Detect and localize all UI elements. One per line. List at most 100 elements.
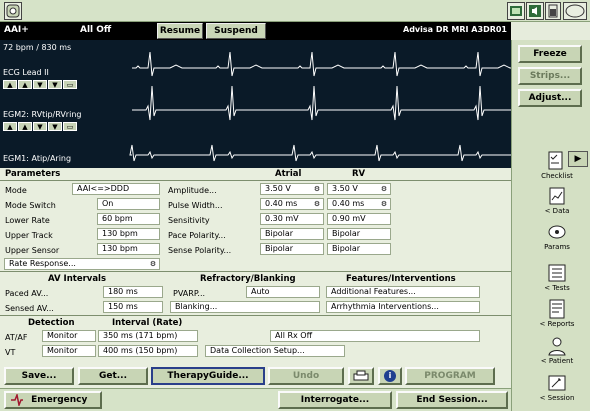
ecg-calibrate-button[interactable]: ▭ — [63, 80, 77, 89]
lower-rate-field[interactable]: 60 bpm — [97, 213, 160, 225]
egm2-calibrate-button[interactable]: ▭ — [63, 122, 77, 131]
window-icon[interactable] — [507, 2, 525, 20]
nav-checklist[interactable]: Checklist — [532, 151, 582, 180]
nav-reports-label: < Reports — [539, 320, 575, 328]
parameters-panel: Parameters Atrial RV Mode AAI<=>DDD Mode… — [0, 168, 511, 388]
amplitude-rv-value: 3.50 V — [332, 184, 358, 193]
suspend-button[interactable]: Suspend — [206, 23, 266, 39]
mode-switch-field[interactable]: On — [97, 198, 160, 210]
nav-tests-label: < Tests — [544, 284, 570, 292]
resume-button[interactable]: Resume — [157, 23, 203, 39]
section-divider-1 — [0, 271, 511, 272]
atrial-header: Atrial — [275, 169, 302, 179]
parameters-divider — [0, 180, 511, 181]
mode-field[interactable]: AAI<=>DDD — [72, 183, 160, 195]
egm2-move-down-button[interactable]: ▼ — [33, 122, 47, 131]
section-divider-2 — [0, 315, 511, 316]
ecg-trace-panel: 72 bpm / 830 ms ECG Lead II ▲ ▲ ▼ ▼ ▭ EGM2: … — [0, 40, 511, 168]
nav-session[interactable]: < Session — [532, 373, 582, 402]
ecg-scale-up-button[interactable]: ▲ — [3, 80, 17, 89]
sensitivity-rv-field[interactable]: 0.90 mV — [327, 213, 391, 225]
rate-response-button[interactable]: Rate Response... ⚙ — [4, 258, 160, 270]
parameters-title: Parameters — [5, 169, 61, 179]
rate-readout: 72 bpm / 830 ms — [3, 43, 72, 52]
ecg-scale-down-button[interactable]: ▲ — [18, 80, 32, 89]
pulse-width-rv-value: 0.40 ms — [332, 199, 365, 208]
nav-patient-label: < Patient — [540, 357, 574, 365]
upper-sensor-field[interactable]: 130 bpm — [97, 243, 160, 255]
vt-detection-field[interactable]: Monitor — [42, 345, 96, 357]
sensed-av-label: Sensed AV... — [5, 304, 54, 313]
paced-av-field[interactable]: 180 ms — [103, 286, 163, 298]
amplitude-rv-field[interactable]: 3.50 V ⚙ — [327, 183, 391, 195]
amplitude-atrial-field[interactable]: 3.50 V ⚙ — [260, 183, 324, 195]
egm2-move-down2-button[interactable]: ▼ — [48, 122, 62, 131]
strips-button[interactable]: Strips... — [518, 67, 582, 85]
end-session-button[interactable]: End Session... — [396, 391, 508, 409]
undo-button[interactable]: Undo — [268, 367, 344, 385]
ecg-traces — [129, 51, 511, 162]
pace-polarity-rv-field[interactable]: Bipolar — [327, 228, 391, 240]
mode-bar: AAI+ All Off Resume Suspend Advisa DR MR… — [0, 22, 511, 40]
device-icon[interactable] — [563, 2, 587, 20]
patient-icon — [548, 337, 566, 356]
vt-interval-field[interactable]: 400 ms (150 bpm) — [98, 345, 198, 357]
at-af-detection-field[interactable]: Monitor — [42, 330, 96, 342]
egm1-label: EGM1: Atip/Aring — [3, 154, 72, 163]
all-rx-off-field[interactable]: All Rx Off — [270, 330, 480, 342]
interrogate-button[interactable]: Interrogate... — [278, 391, 392, 409]
at-af-label: AT/AF — [5, 333, 28, 342]
footer-bar: Emergency Interrogate... End Session... — [0, 388, 511, 411]
program-button[interactable]: PROGRAM — [405, 367, 495, 385]
nav-data-label: < Data — [544, 207, 570, 215]
nav-data[interactable]: < Data — [532, 186, 582, 215]
arrhythmia-interventions-button[interactable]: Arrhythmia Interventions... — [326, 301, 480, 313]
sense-polarity-label: Sense Polarity... — [168, 246, 232, 255]
nav-params[interactable]: Params — [532, 222, 582, 251]
egm2-scale-up-button[interactable]: ▲ — [3, 122, 17, 131]
nav-reports[interactable]: < Reports — [532, 299, 582, 328]
nav-patient[interactable]: < Patient — [532, 336, 582, 365]
pulse-width-label: Pulse Width... — [168, 201, 223, 210]
blanking-button[interactable]: Blanking... — [170, 301, 320, 313]
egm1-waveform — [129, 144, 511, 162]
programmer-app-icon[interactable] — [4, 2, 22, 20]
pulse-width-rv-field[interactable]: 0.40 ms ⚙ — [327, 198, 391, 210]
info-button[interactable]: i — [378, 367, 402, 385]
nav-tests[interactable]: < Tests — [532, 263, 582, 292]
upper-track-field[interactable]: 130 bpm — [97, 228, 160, 240]
upper-track-label: Upper Track — [5, 231, 53, 240]
print-button[interactable] — [348, 367, 374, 385]
data-collection-button[interactable]: Data Collection Setup... — [205, 345, 345, 357]
sensed-av-field[interactable]: 150 ms — [103, 301, 163, 313]
pvarp-field[interactable]: Auto — [246, 286, 320, 298]
pulse-width-atrial-value: 0.40 ms — [265, 199, 298, 208]
params-icon — [548, 225, 566, 239]
pace-polarity-label: Pace Polarity... — [168, 231, 226, 240]
save-button[interactable]: Save... — [4, 367, 74, 385]
additional-features-button[interactable]: Additional Features... — [326, 286, 480, 298]
therapy-guide-button[interactable]: TherapyGuide... — [151, 367, 265, 385]
emergency-button[interactable]: Emergency — [4, 391, 102, 409]
checklist-icon — [548, 151, 563, 170]
ecg-move-down-button[interactable]: ▼ — [33, 80, 47, 89]
adjust-button[interactable]: Adjust... — [518, 89, 582, 107]
at-af-interval-field[interactable]: 350 ms (171 bpm) — [98, 330, 198, 342]
sense-polarity-atrial-field[interactable]: Bipolar — [260, 243, 324, 255]
ecg-move-down2-button[interactable]: ▼ — [48, 80, 62, 89]
sound-icon[interactable] — [526, 2, 544, 20]
freeze-button[interactable]: Freeze — [518, 45, 582, 63]
ecg-lead-label: ECG Lead II — [3, 68, 49, 77]
pulse-width-atrial-icon: ⚙ — [313, 200, 321, 208]
tests-icon — [548, 264, 566, 282]
egm2-scale-up2-button[interactable]: ▲ — [18, 122, 32, 131]
pace-polarity-atrial-field[interactable]: Bipolar — [260, 228, 324, 240]
pacing-mode: AAI+ — [4, 25, 29, 35]
sense-polarity-rv-field[interactable]: Bipolar — [327, 243, 391, 255]
pulse-width-atrial-field[interactable]: 0.40 ms ⚙ — [260, 198, 324, 210]
get-button[interactable]: Get... — [78, 367, 148, 385]
sensitivity-atrial-field[interactable]: 0.30 mV — [260, 213, 324, 225]
egm2-label: EGM2: RVtip/RVring — [3, 110, 82, 119]
print-icon — [353, 370, 369, 381]
nav-session-label: < Session — [539, 394, 575, 402]
